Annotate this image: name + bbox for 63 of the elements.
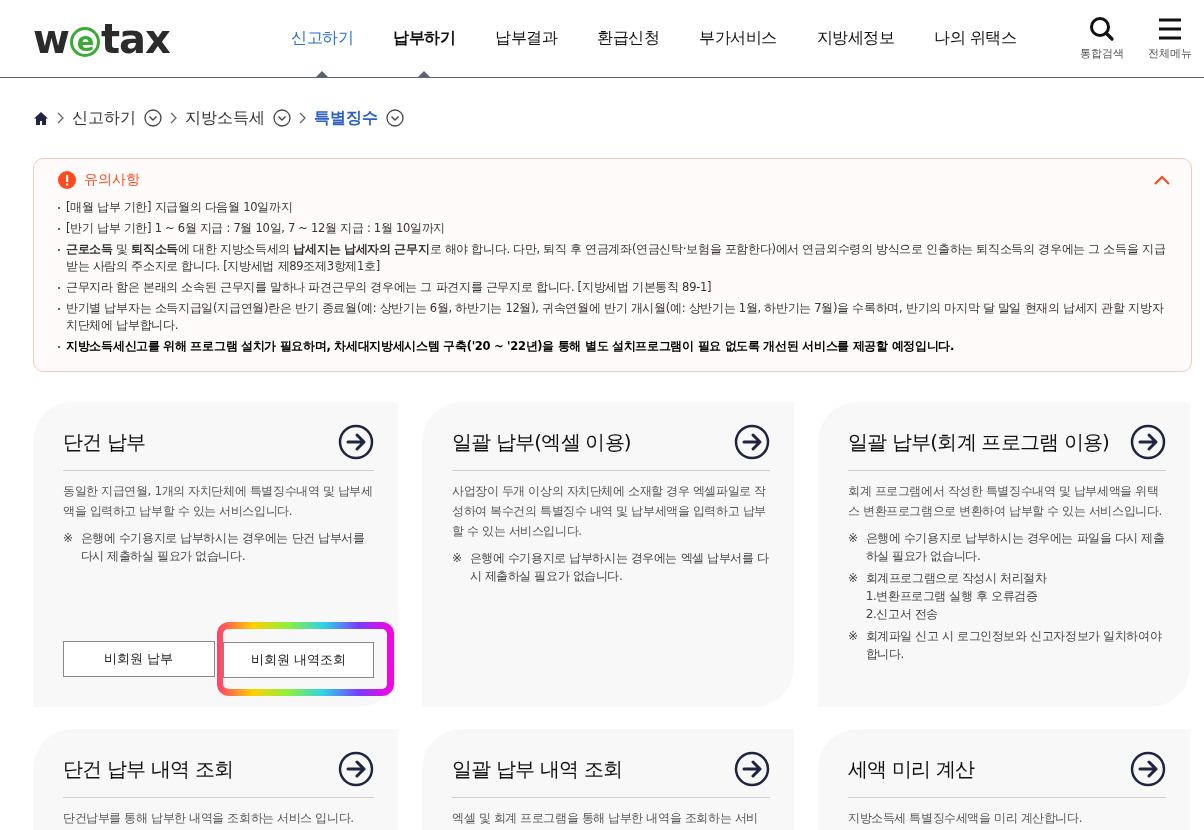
dropdown-icon[interactable] — [273, 109, 291, 127]
notice-title: 유의사항 — [84, 171, 140, 189]
nav-item[interactable]: 지방세정보 — [796, 0, 914, 77]
card-description: 엑셀 및 회계 프로그램을 통해 납부한 내역을 조회하는 서비 — [452, 810, 759, 827]
notice-text: [반기 납부 기한] 1 ~ 6월 지급 : 7월 10일, 7 ~ 12월 지급 : 1월 10일까지 — [66, 220, 446, 237]
card-title: 세액 미리 계산 — [848, 755, 975, 783]
note-mark: ※ — [848, 570, 858, 587]
arrow-right-icon[interactable] — [734, 424, 770, 460]
card-description: 동일한 지급연월, 1개의 자치단체에 특별징수내역 및 납부세액을 입력하고 납부할 수 있는 서비스입니다. — [63, 483, 374, 520]
dropdown-icon[interactable] — [386, 109, 404, 127]
nav-item[interactable]: 환급신청 — [577, 0, 679, 77]
note-text: 은행에 수기용지로 납부하시는 경우에는 파일을 다시 제출하실 필요가 없습니다. — [865, 530, 1166, 565]
search-button[interactable]: 통합검색 — [1080, 16, 1124, 61]
chevron-right-icon — [299, 112, 306, 124]
breadcrumb-link[interactable]: 지방소득세 — [185, 107, 265, 129]
nav-item[interactable]: 납부결과 — [475, 0, 577, 77]
nav-item[interactable]: 신고하기 — [271, 0, 373, 77]
nav-item[interactable]: 나의 위택스 — [914, 0, 1037, 77]
notice-text: 근무지라 함은 본래의 소속된 근무지를 말하나 파견근무의 경우에는 그 파견지를 근무지로 합니다. [지방세법 기본통칙 89-1] — [66, 279, 712, 296]
notice-text: 지방소득세신고를 위해 프로그램 설치가 필요하며, 차세대지방세시스템 구축('20 ~ '22년)을 통해 별도 설치프로그램이 필요 없도록 개선된 서비스를 제공할 예정입니다. — [66, 338, 955, 355]
note-mark: ※ — [63, 530, 73, 547]
note-text: 1.변환프로그램 실행 후 오류검증 — [865, 588, 1039, 605]
card-description: 지방소득세 특별징수세액을 미리 계산합니다. — [848, 810, 1084, 827]
card-description: 단건납부를 통해 납부한 내역을 조회하는 서비스 입니다. — [63, 810, 355, 827]
card-description: 사업장이 두개 이상의 자치단체에 소재할 경우 엑셀파일로 작성하여 복수건의 특별징수 내역 및 납부세액을 입력하고 납부할 수 있는 서비스입니다. — [452, 483, 767, 540]
breadcrumb-link[interactable]: 특별징수 — [314, 107, 378, 129]
nav-item[interactable]: 부가서비스 — [679, 0, 797, 77]
dropdown-icon[interactable] — [144, 109, 162, 127]
card-description: 회계 프로그램에서 작성한 특별징수내역 및 납부세액을 위택스 변환프로그램으로 변환하여 납부할 수 있는 서비스입니다. — [848, 483, 1163, 520]
arrow-right-icon[interactable] — [338, 751, 374, 787]
wetax-logo[interactable]: w e tax — [33, 15, 271, 62]
search-icon — [1089, 16, 1115, 42]
chevron-right-icon — [57, 112, 64, 124]
card-title: 일괄 납부 내역 조회 — [452, 755, 623, 783]
menu-button[interactable]: 전체메뉴 — [1148, 16, 1192, 61]
card-title: 일괄 납부(회계 프로그램 이용) — [848, 428, 1110, 456]
arrow-right-icon[interactable] — [338, 424, 374, 460]
notice-text: [매월 납부 기한] 지급월의 다음월 10일까지 — [66, 199, 293, 216]
breadcrumb-link[interactable]: 신고하기 — [72, 107, 136, 129]
menu-icon — [1158, 16, 1182, 42]
arrow-right-icon[interactable] — [1130, 424, 1166, 460]
card-title: 일괄 납부(엑셀 이용) — [452, 428, 631, 456]
card-title: 단건 납부 — [63, 428, 146, 456]
warning-icon — [58, 171, 76, 189]
action-button[interactable]: 비회원 납부 — [63, 641, 215, 677]
note-mark: ※ — [848, 628, 858, 645]
note-text: 2.신고서 전송 — [865, 606, 939, 623]
action-button[interactable]: 비회원 내역조회 — [222, 642, 374, 678]
nav-item[interactable]: 납부하기 — [373, 0, 475, 77]
home-icon[interactable] — [33, 110, 49, 126]
note-mark: ※ — [452, 550, 462, 567]
notice-text: 근로소득 및 퇴직소득에 대한 지방소득세의 납세지는 납세자의 근무지로 해야 합니다. 다만, 퇴직 후 연금계좌(연금신탁·보험을 포함한다)에서 연금외수령의 방식으로 인출하는 퇴직소득의 경우에는 그 소득을 지급받는 사람의 주소지로 합니다. [지방세법 제89조제3항제1호] — [66, 241, 1167, 275]
note-text: 은행에 수기용지로 납부하시는 경우에는 엑셀 납부서를 다시 제출하실 필요가 없습니다. — [469, 550, 770, 585]
arrow-right-icon[interactable] — [1130, 751, 1166, 787]
note-text: 은행에 수기용지로 납부하시는 경우에는 단건 납부서를 다시 제출하실 필요가 없습니다. — [80, 530, 366, 565]
note-mark: ※ — [848, 530, 858, 547]
note-text: 회계파일 신고 시 로그인정보와 신고자정보가 일치하여야 합니다. — [865, 628, 1163, 663]
collapse-icon[interactable] — [1153, 174, 1171, 186]
card-title: 단건 납부 내역 조회 — [63, 755, 234, 783]
arrow-right-icon[interactable] — [734, 751, 770, 787]
note-text: 회계프로그램으로 작성시 처리절차 — [865, 570, 1047, 587]
chevron-right-icon — [170, 112, 177, 124]
notice-text: 반기별 납부자는 소득지급일(지급연월)란은 반기 종료월(예: 상반기는 6월, 하반기는 12월), 귀속연월에 반기 개시월(예: 상반기는 1월, 하반기는 7월)을 수록하며, 반기의 마지막 달 말일 현재의 납세지 관할 지방자치단체에 납부합니다. — [66, 300, 1165, 334]
